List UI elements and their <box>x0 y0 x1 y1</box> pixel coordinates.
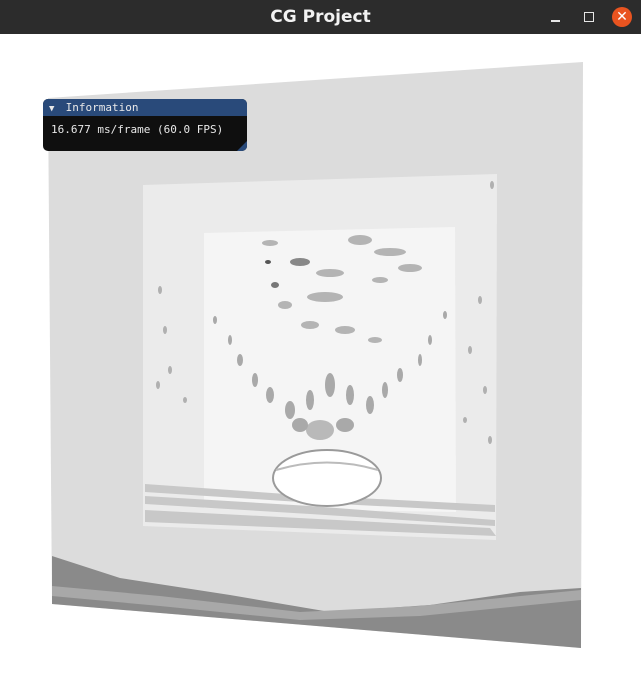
collapse-arrow-icon[interactable]: ▼ <box>49 101 59 118</box>
imgui-info-window[interactable]: ▼ Information 16.677 ms/frame (60.0 FPS) <box>43 99 247 151</box>
imgui-title: Information <box>65 101 139 114</box>
fps-readout: 16.677 ms/frame (60.0 FPS) <box>51 123 224 136</box>
render-viewport[interactable]: ▼ Information 16.677 ms/frame (60.0 FPS) <box>0 34 641 675</box>
minimize-button[interactable] <box>545 7 565 27</box>
maximize-button[interactable] <box>579 7 599 27</box>
water-sphere <box>272 449 382 507</box>
close-button[interactable]: ✕ <box>612 7 632 27</box>
imgui-header[interactable]: ▼ Information <box>43 99 247 116</box>
title-bar[interactable]: CG Project ✕ <box>0 0 641 34</box>
resize-grip-icon[interactable] <box>237 141 247 151</box>
